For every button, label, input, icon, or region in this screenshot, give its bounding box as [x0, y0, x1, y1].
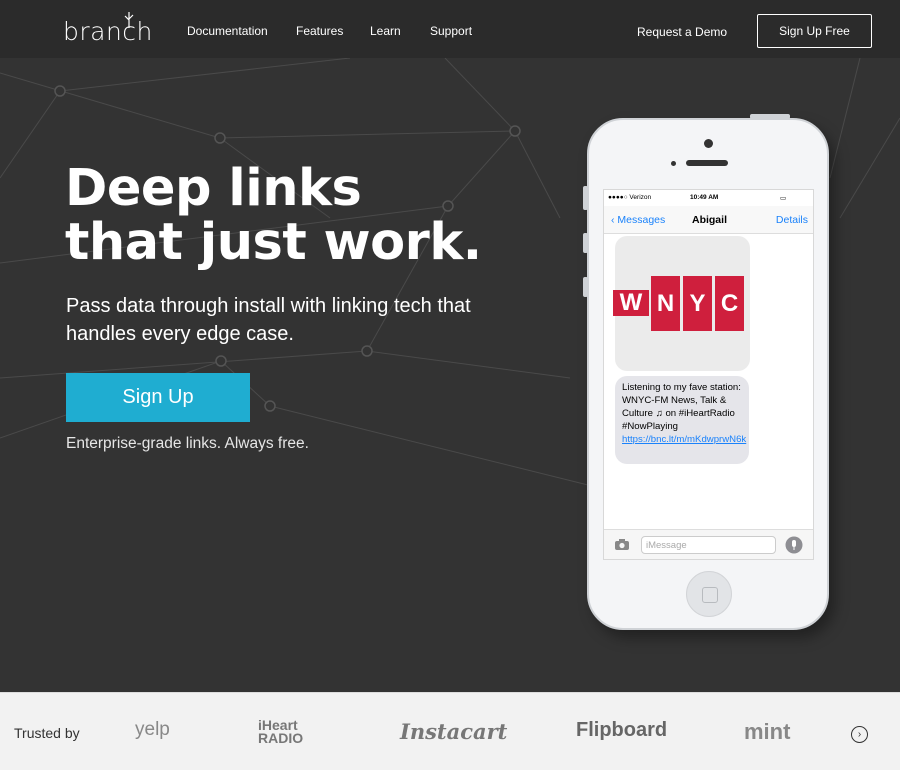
imessage-input[interactable]: iMessage — [641, 536, 776, 554]
nav-link-learn[interactable]: Learn — [370, 24, 401, 38]
request-demo-link[interactable]: Request a Demo — [637, 25, 727, 39]
front-camera — [704, 139, 713, 148]
battery-icon: ▭ — [780, 195, 787, 202]
proximity-sensor — [671, 161, 676, 166]
hero-headline: Deep links that just work. — [65, 159, 482, 272]
volume-up-button — [583, 233, 588, 253]
mute-switch — [583, 186, 588, 210]
signup-free-button[interactable]: Sign Up Free — [757, 14, 872, 48]
branch-tree-icon — [124, 12, 134, 28]
top-nav: branch Documentation Features Learn Supp… — [0, 0, 900, 58]
wnyc-letter-n: N — [651, 276, 680, 331]
carrier-label: ●●●●○ Verizon — [608, 194, 652, 201]
flipboard-logo: Flipboard — [576, 719, 668, 741]
text-message-bubble: Listening to my fave station: WNYC-FM Ne… — [615, 376, 749, 464]
phone-screen: ●●●●○ Verizon 10:49 AM ▭ ‹ Messages Abig… — [603, 189, 814, 560]
wnyc-letter-c: C — [715, 276, 744, 331]
earpiece-speaker — [686, 160, 728, 166]
power-button — [750, 114, 790, 119]
camera-icon[interactable] — [614, 538, 630, 551]
nav-link-features[interactable]: Features — [296, 24, 343, 38]
message-text: Listening to my fave station: WNYC-FM Ne… — [622, 382, 741, 432]
wnyc-logo: W N Y C — [613, 276, 750, 331]
signup-button[interactable]: Sign Up — [66, 373, 250, 422]
message-link[interactable]: https://bnc.lt/m/mKdwprwN6k — [622, 434, 746, 445]
yelp-logo: yelp — [135, 719, 170, 740]
wnyc-letter-y: Y — [683, 276, 712, 331]
iheartradio-logo: iHeart RADIO — [258, 717, 304, 746]
hero-section: Deep links that just work. Pass data thr… — [0, 58, 900, 692]
hero-subheadline: Pass data through install with linking t… — [66, 295, 471, 345]
next-arrow-icon[interactable]: › — [851, 726, 868, 743]
hero-tagline: Enterprise-grade links. Always free. — [66, 435, 309, 452]
message-input-bar: iMessage — [604, 529, 813, 559]
image-message-bubble: W N Y C — [613, 236, 750, 371]
mint-logo: mint — [744, 719, 791, 744]
details-link[interactable]: Details — [776, 214, 808, 226]
nav-link-support[interactable]: Support — [430, 24, 472, 38]
microphone-icon[interactable] — [785, 536, 803, 554]
logo-text: branch — [63, 17, 153, 46]
instacart-logo: Instacart — [400, 719, 508, 744]
trusted-by-label: Trusted by — [14, 725, 80, 741]
status-bar: ●●●●○ Verizon 10:49 AM ▭ — [604, 190, 813, 206]
phone-mockup: ●●●●○ Verizon 10:49 AM ▭ ‹ Messages Abig… — [583, 114, 829, 630]
nav-link-documentation[interactable]: Documentation — [187, 24, 268, 38]
trusted-by-bar: Trusted by yelp iHeart RADIO Instacart F… — [0, 692, 900, 770]
messages-header: ‹ Messages Abigail Details — [604, 206, 813, 234]
volume-down-button — [583, 277, 588, 297]
wnyc-letter-w: W — [613, 289, 649, 316]
status-time: 10:49 AM — [690, 194, 719, 201]
home-button — [686, 571, 732, 617]
